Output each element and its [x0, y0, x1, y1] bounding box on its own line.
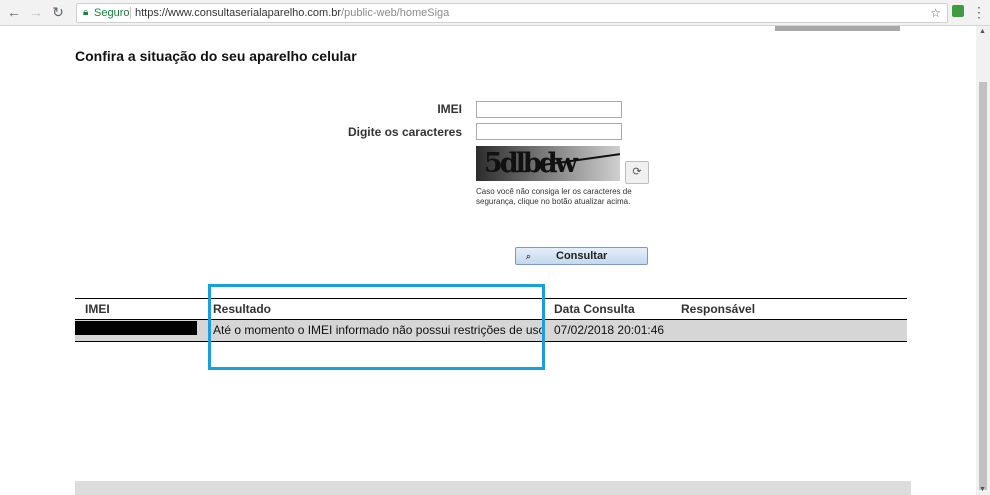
url-path: /public-web/homeSiga: [341, 7, 450, 19]
menu-icon[interactable]: ⋮: [972, 3, 986, 21]
column-header-data-consulta: Data Consulta: [554, 302, 635, 316]
captcha-input[interactable]: [476, 123, 622, 140]
footer-strip: [75, 481, 911, 495]
forward-arrow-icon[interactable]: →: [27, 3, 45, 21]
back-arrow-icon[interactable]: ←: [5, 3, 23, 21]
scroll-up-icon[interactable]: ▲: [979, 28, 986, 35]
scroll-thumb[interactable]: [979, 82, 987, 490]
row-data-consulta: 07/02/2018 20:01:46: [554, 323, 665, 337]
page-scrollbar[interactable]: ▲ ▼: [976, 26, 990, 495]
column-header-responsavel: Responsável: [681, 302, 756, 316]
consultar-button[interactable]: ⌕ Consultar: [515, 247, 648, 265]
highlight-box: [208, 284, 545, 370]
captcha-image: 5dlbdw: [476, 146, 620, 181]
address-bar[interactable]: 🔒︎ Seguro https://www.consultaserialapar…: [76, 3, 948, 23]
url-text: https://www.consultaserialaparelho.com.b…: [135, 4, 449, 22]
scroll-down-icon[interactable]: ▼: [979, 486, 986, 493]
address-separator: [130, 7, 131, 19]
search-icon: ⌕: [526, 251, 532, 261]
captcha-label: Digite os caracteres: [347, 125, 462, 139]
column-header-imei: IMEI: [85, 302, 110, 316]
refresh-icon: ⟳: [632, 166, 642, 178]
refresh-captcha-button[interactable]: ⟳: [625, 161, 649, 184]
browser-toolbar: ← → ↻ 🔒︎ Seguro https://www.consultaseri…: [0, 0, 990, 26]
header-strip: [775, 26, 900, 31]
secure-label: Seguro: [94, 7, 130, 19]
imei-input[interactable]: [476, 101, 622, 118]
star-icon[interactable]: ☆: [930, 4, 941, 22]
extension-icon[interactable]: [952, 5, 964, 17]
imei-label: IMEI: [437, 102, 462, 116]
consultar-label: Consultar: [556, 250, 608, 262]
redacted-imei: [75, 321, 197, 335]
captcha-text: 5dlbdw: [484, 148, 578, 179]
page-title: Confira a situação do seu aparelho celul…: [75, 48, 357, 64]
captcha-hint: Caso você não consiga ler os caracteres …: [476, 187, 632, 206]
reload-icon[interactable]: ↻: [49, 3, 67, 21]
lock-icon: 🔒︎: [83, 7, 89, 18]
url-host: https://www.consultaserialaparelho.com.b…: [135, 7, 342, 19]
